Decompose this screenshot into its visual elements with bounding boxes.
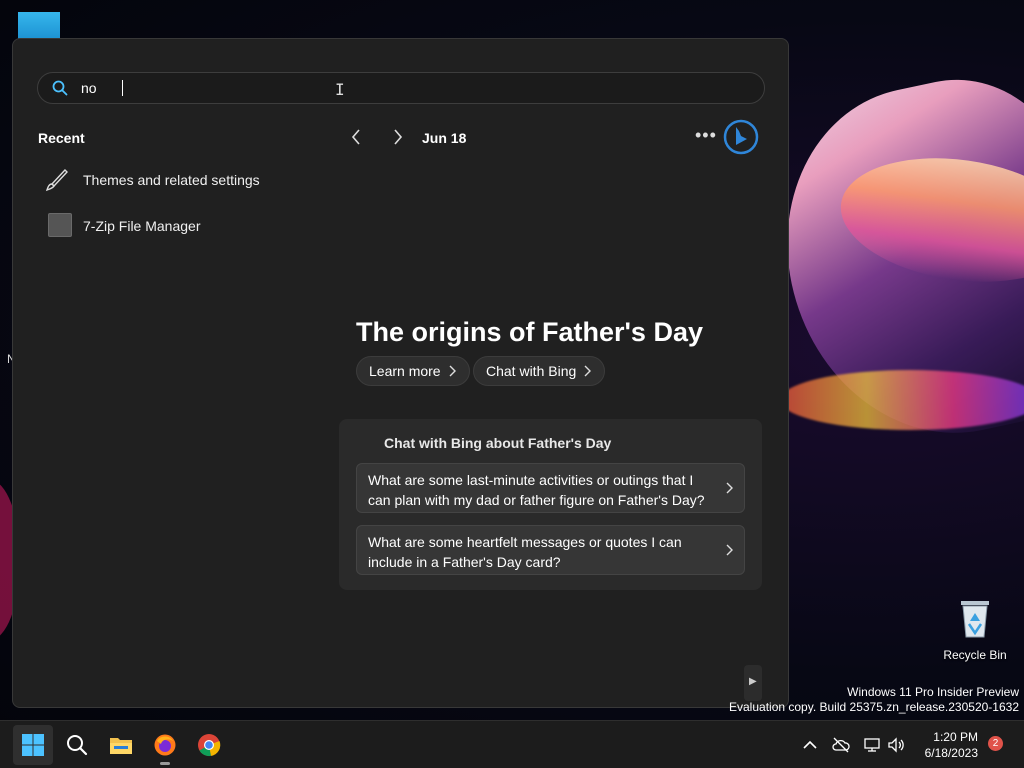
chrome-button[interactable] bbox=[189, 725, 229, 765]
watermark-line: Evaluation copy. Build 25375.zn_release.… bbox=[729, 700, 1019, 714]
app-icon bbox=[48, 213, 72, 237]
taskbar-search-button[interactable] bbox=[57, 725, 97, 765]
search-box[interactable]: I bbox=[37, 72, 765, 104]
chat-suggestion[interactable]: What are some heartfelt messages or quot… bbox=[356, 525, 745, 575]
search-icon bbox=[67, 735, 88, 756]
onedrive-tray[interactable] bbox=[831, 735, 851, 755]
chat-with-bing-button[interactable]: Chat with Bing bbox=[473, 356, 606, 386]
mouse-ibeam-cursor: I bbox=[335, 80, 345, 99]
bing-icon[interactable] bbox=[723, 119, 759, 155]
wallpaper-bloom bbox=[780, 370, 1024, 430]
chat-with-bing-label: Chat with Bing bbox=[486, 363, 577, 379]
show-hidden-icons[interactable] bbox=[800, 735, 820, 755]
volume-tray[interactable] bbox=[886, 735, 906, 755]
evaluation-watermark: Windows 11 Pro Insider Preview Evaluatio… bbox=[729, 685, 1019, 715]
recent-item-label: Themes and related settings bbox=[83, 172, 260, 188]
recent-item-themes[interactable]: Themes and related settings bbox=[43, 164, 333, 194]
clock-time: 1:20 PM bbox=[933, 730, 978, 744]
speaker-icon bbox=[888, 737, 904, 753]
text-caret bbox=[122, 80, 123, 96]
recent-heading: Recent bbox=[38, 130, 85, 146]
network-icon bbox=[864, 738, 880, 752]
search-icon bbox=[52, 80, 68, 96]
chrome-icon bbox=[198, 734, 221, 757]
recent-item-label: 7-Zip File Manager bbox=[83, 218, 201, 234]
chevron-left-icon[interactable] bbox=[347, 127, 367, 147]
watermark-line: Windows 11 Pro Insider Preview bbox=[847, 685, 1019, 699]
recent-item-7zip[interactable]: 7-Zip File Manager bbox=[43, 210, 333, 240]
chat-suggestion[interactable]: What are some last-minute activities or … bbox=[356, 463, 745, 513]
running-indicator bbox=[160, 762, 170, 765]
chat-suggestion-text: What are some last-minute activities or … bbox=[368, 472, 705, 508]
chevron-right-icon bbox=[726, 482, 733, 494]
taskbar-clock[interactable]: 1:20 PM 6/18/2023 bbox=[918, 729, 978, 761]
brush-icon bbox=[45, 168, 68, 192]
chevron-right-icon[interactable] bbox=[387, 127, 407, 147]
file-explorer-button[interactable] bbox=[101, 725, 141, 765]
highlight-date: Jun 18 bbox=[422, 130, 467, 146]
windows-logo-icon bbox=[22, 734, 44, 756]
learn-more-label: Learn more bbox=[369, 363, 441, 379]
recycle-bin-icon bbox=[961, 601, 989, 638]
notification-badge[interactable]: 2 bbox=[988, 736, 1003, 751]
chevron-right-icon bbox=[726, 544, 733, 556]
chat-card-title: Chat with Bing about Father's Day bbox=[384, 435, 612, 451]
firefox-icon bbox=[154, 734, 176, 756]
more-options-icon[interactable]: ••• bbox=[695, 125, 717, 146]
chat-suggestion-text: What are some heartfelt messages or quot… bbox=[368, 534, 682, 570]
chevron-up-icon bbox=[803, 740, 817, 749]
folder-icon bbox=[110, 738, 132, 754]
bing-chat-card: Chat with Bing about Father's Day What a… bbox=[339, 419, 762, 590]
chevron-right-icon bbox=[449, 365, 456, 377]
recycle-bin-label: Recycle Bin bbox=[943, 648, 1007, 662]
search-input[interactable] bbox=[81, 79, 681, 97]
chevron-right-icon bbox=[584, 365, 592, 377]
recycle-bin[interactable]: Recycle Bin bbox=[940, 597, 1010, 662]
taskbar: 1:20 PM 6/18/2023 2 bbox=[0, 720, 1024, 768]
search-panel: I Recent Jun 18 ••• Themes and related s… bbox=[12, 38, 789, 708]
firefox-button[interactable] bbox=[145, 725, 185, 765]
highlight-title: The origins of Father's Day bbox=[356, 317, 703, 347]
cloud-off-icon bbox=[832, 737, 850, 753]
learn-more-button[interactable]: Learn more bbox=[356, 356, 470, 386]
clock-date: 6/18/2023 bbox=[924, 746, 978, 760]
network-tray[interactable] bbox=[862, 735, 882, 755]
start-button[interactable] bbox=[13, 725, 53, 765]
